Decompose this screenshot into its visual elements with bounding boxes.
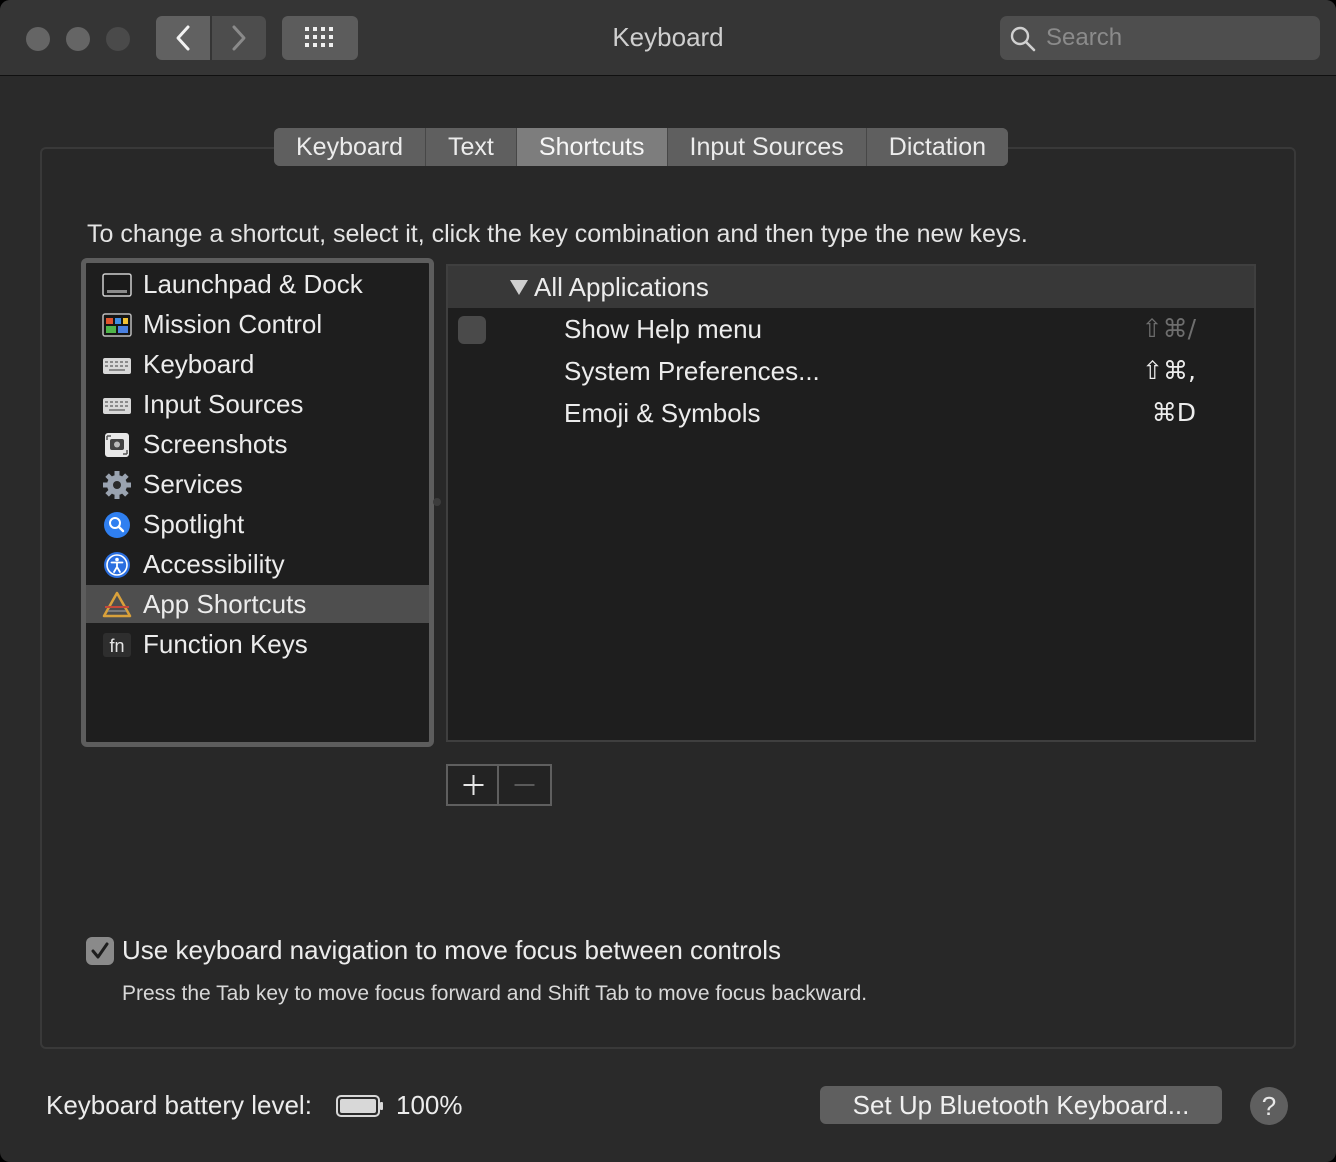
shortcut-row[interactable]: Emoji & Symbols ⌘D — [448, 392, 1254, 434]
battery-level-label: Keyboard battery level: — [46, 1090, 312, 1120]
group-label: All Applications — [534, 272, 709, 302]
category-services[interactable]: Services — [86, 465, 429, 503]
battery-fill — [340, 1099, 376, 1113]
category-label: Services — [143, 469, 243, 499]
category-screenshots[interactable]: Screenshots — [86, 425, 429, 463]
category-label: App Shortcuts — [143, 589, 307, 619]
shortcut-name: Show Help menu — [564, 314, 762, 344]
category-label: Input Sources — [143, 389, 304, 419]
category-launchpad-dock[interactable]: Launchpad & Dock — [86, 265, 429, 303]
tab-shortcuts[interactable]: Shortcuts — [516, 128, 668, 166]
app-shortcuts-icon — [102, 591, 132, 618]
category-label: Screenshots — [143, 429, 288, 459]
category-label: Accessibility — [143, 549, 285, 579]
category-function-keys[interactable]: fn Function Keys — [86, 625, 429, 663]
battery-icon — [336, 1095, 383, 1117]
category-accessibility[interactable]: Accessibility — [86, 545, 429, 583]
help-button[interactable]: ? — [1250, 1087, 1288, 1125]
category-label: Function Keys — [143, 629, 308, 659]
shortcut-enable-checkbox[interactable] — [458, 316, 486, 344]
search-icon — [1010, 26, 1036, 52]
search-input[interactable] — [1046, 22, 1306, 54]
gear-icon — [103, 471, 131, 499]
instructions-text: To change a shortcut, select it, click t… — [87, 220, 1028, 248]
add-shortcut-button[interactable] — [448, 766, 499, 804]
launchpad-dock-icon — [102, 273, 132, 297]
category-app-shortcuts[interactable]: App Shortcuts — [86, 585, 429, 623]
shortcut-name: System Preferences... — [564, 356, 820, 386]
keyboard-icon — [103, 358, 131, 374]
category-label: Spotlight — [143, 509, 245, 539]
keyboard-navigation-label[interactable]: Use keyboard navigation to move focus be… — [122, 935, 781, 966]
svg-text:fn: fn — [109, 636, 124, 656]
shortcut-row[interactable]: Show Help menu ⇧⌘/ — [448, 308, 1254, 350]
tab-bar: Keyboard Text Shortcuts Input Sources Di… — [274, 128, 1009, 166]
shortcut-name: Emoji & Symbols — [564, 398, 761, 428]
checkmark-icon — [91, 942, 109, 959]
search-field[interactable] — [1000, 16, 1320, 60]
category-label: Mission Control — [143, 309, 323, 339]
tab-input-sources[interactable]: Input Sources — [667, 128, 867, 166]
mission-control-icon — [102, 313, 132, 337]
system-preferences-window: Keyboard Keyboard Text Shortcuts Input S… — [0, 0, 1336, 1162]
battery-level-value: 100% — [396, 1090, 463, 1120]
add-remove-control — [446, 764, 552, 806]
shortcut-category-list[interactable]: Launchpad & Dock Mission Control Keyboar… — [81, 258, 434, 747]
remove-shortcut-button[interactable] — [499, 766, 550, 804]
shortcut-keys[interactable]: ⌘D — [1152, 398, 1196, 427]
category-mission-control[interactable]: Mission Control — [86, 305, 429, 343]
shortcut-keys[interactable]: ⇧⌘/ — [1142, 314, 1196, 343]
shortcut-row[interactable]: System Preferences... ⇧⌘, — [448, 350, 1254, 392]
screenshots-icon — [105, 433, 129, 457]
split-view-divider[interactable] — [433, 498, 441, 506]
tab-dictation[interactable]: Dictation — [866, 128, 1009, 166]
group-row-all-applications[interactable]: All Applications — [448, 266, 1254, 308]
title-bar: Keyboard — [0, 0, 1336, 76]
category-input-sources[interactable]: Input Sources — [86, 385, 429, 423]
plus-icon — [463, 775, 484, 795]
keyboard-navigation-hint: Press the Tab key to move focus forward … — [122, 982, 868, 1005]
tab-keyboard[interactable]: Keyboard — [274, 128, 427, 166]
disclosure-triangle-icon[interactable] — [510, 280, 528, 295]
fn-key-icon: fn — [103, 633, 131, 657]
shortcut-keys[interactable]: ⇧⌘, — [1142, 356, 1196, 385]
category-label: Keyboard — [143, 349, 255, 379]
tab-text[interactable]: Text — [426, 128, 517, 166]
spotlight-icon — [104, 512, 130, 538]
category-spotlight[interactable]: Spotlight — [86, 505, 429, 543]
category-label: Launchpad & Dock — [143, 269, 363, 299]
accessibility-icon — [104, 552, 130, 578]
keyboard-navigation-checkbox[interactable] — [86, 937, 114, 965]
category-keyboard[interactable]: Keyboard — [86, 345, 429, 383]
setup-bluetooth-keyboard-button[interactable]: Set Up Bluetooth Keyboard... — [820, 1086, 1222, 1124]
shortcut-table[interactable]: All Applications Show Help menu ⇧⌘/ Syst… — [446, 264, 1256, 742]
minus-icon — [514, 784, 535, 786]
input-sources-icon — [103, 398, 131, 414]
